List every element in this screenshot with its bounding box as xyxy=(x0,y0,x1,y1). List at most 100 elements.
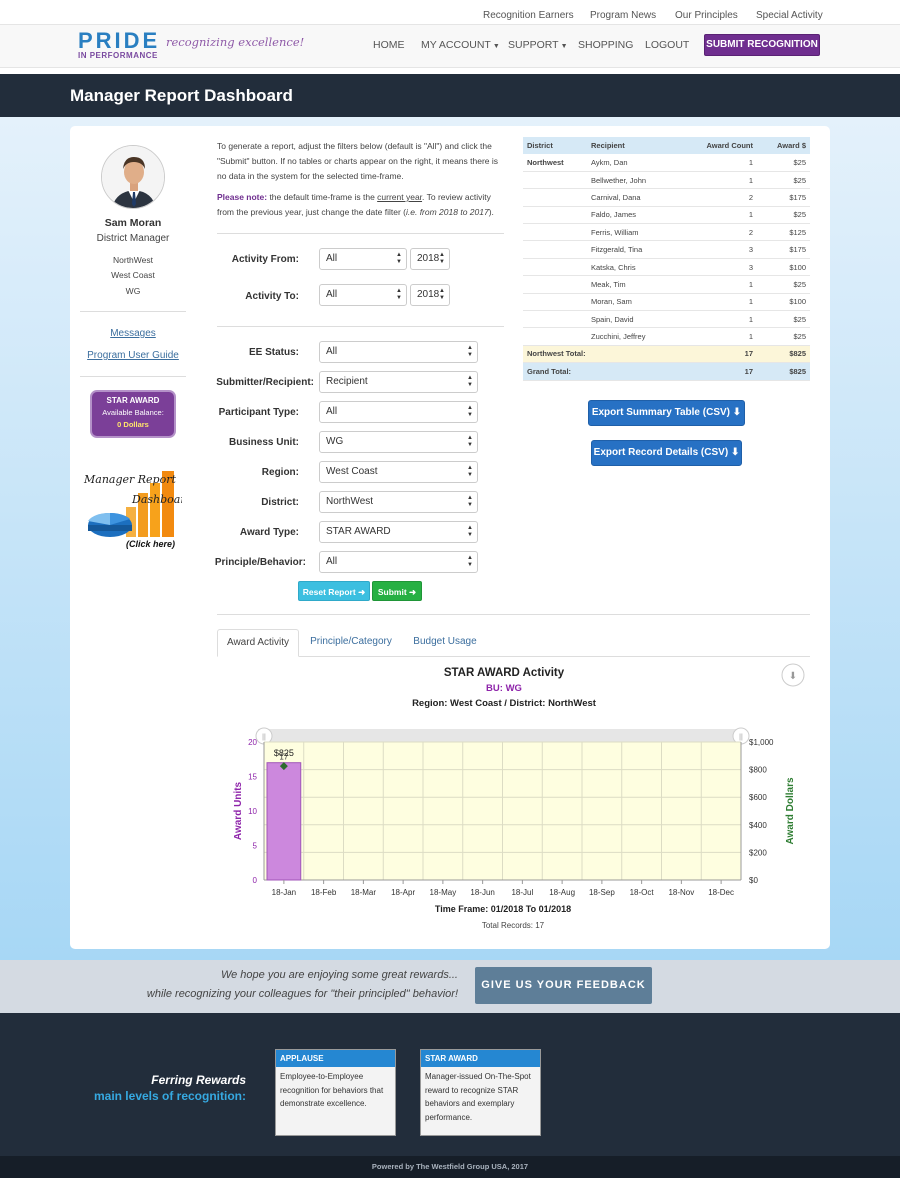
activity-to-year-select[interactable]: 2018 ▲ ▼ xyxy=(410,284,450,306)
profile-role: District Manager xyxy=(96,233,170,244)
region-value: West Coast xyxy=(326,466,378,477)
district-value: NorthWest xyxy=(326,496,374,507)
tab-budget-usage[interactable]: Budget Usage xyxy=(405,629,485,657)
manager-report-dashboard-graphic[interactable]: Manager Report Dashboard (Click here) xyxy=(82,463,193,553)
district-total-count: 17 xyxy=(687,345,757,364)
count-cell: 1 xyxy=(687,275,757,294)
chart-download-button[interactable]: ⬇ xyxy=(781,663,805,687)
give-feedback-button[interactable]: GIVE US YOUR FEEDBACK xyxy=(475,967,652,1004)
district-label: District: xyxy=(261,497,299,508)
nav-home[interactable]: HOME xyxy=(373,39,405,51)
y-tick-label-left: 0 xyxy=(253,876,258,885)
y-tick-label-left: 5 xyxy=(253,842,258,851)
submit-filters-button[interactable]: Submit ➜ xyxy=(372,581,422,601)
business-unit-value: WG xyxy=(326,436,344,447)
y-tick-label-right: $400 xyxy=(749,821,767,830)
note-text-end: ). xyxy=(488,207,494,217)
recipient-cell: Aykm, Dan xyxy=(587,154,687,172)
note-label: Please note: xyxy=(217,192,268,202)
amount-cell: $25 xyxy=(757,310,810,329)
select-arrows-icon: ▲ ▼ xyxy=(467,465,473,478)
util-link-recognition-earners[interactable]: Recognition Earners xyxy=(483,10,574,21)
recipient-cell: Fitzgerald, Tina xyxy=(587,240,687,259)
svg-text:||: || xyxy=(262,734,266,741)
principle-behavior-select[interactable]: All ▲ ▼ xyxy=(319,551,478,573)
region-select[interactable]: West Coast ▲ ▼ xyxy=(319,461,478,483)
star-award-title: STAR AWARD xyxy=(106,396,160,405)
select-arrows-icon: ▲ ▼ xyxy=(439,252,445,265)
select-arrows-icon: ▲ ▼ xyxy=(396,252,402,265)
nav-my-account-label: MY ACCOUNT xyxy=(421,39,491,51)
level-card-title: APPLAUSE xyxy=(276,1050,395,1067)
graphic-title-line2: Dashboard xyxy=(131,493,182,506)
tab-award-activity[interactable]: Award Activity xyxy=(217,629,299,657)
download-icon: ⬇ xyxy=(789,671,797,682)
util-link-our-principles[interactable]: Our Principles xyxy=(675,10,738,21)
point-data-label: $825 xyxy=(274,748,294,758)
brand-tagline: recognizing excellence! xyxy=(166,35,305,49)
ee-status-label: EE Status: xyxy=(248,347,299,358)
x-axis-ticks: 18-Jan 18-Feb 18-Mar 18-Apr 18-May 18-Jun 18-J… xyxy=(272,880,734,897)
table-row: Spain, David 1 $25 xyxy=(523,310,810,329)
activity-from-month-select[interactable]: All ▲ ▼ xyxy=(319,248,407,270)
x-tick-label: 18-Oct xyxy=(630,888,655,897)
activity-to-month-value: All xyxy=(326,289,338,300)
table-header-row: District Recipient Award Count Award $ xyxy=(523,137,810,154)
amount-cell: $175 xyxy=(757,240,810,259)
export-summary-button[interactable]: Export Summary Table (CSV) ⬇ xyxy=(588,400,745,426)
logo-pride-text: PRIDE xyxy=(78,28,161,53)
nav-logout[interactable]: LOGOUT xyxy=(645,39,689,51)
caret-down-icon: ▼ xyxy=(492,43,500,50)
main-navbar: PRIDE IN PERFORMANCE recognizing excelle… xyxy=(0,24,900,68)
graphic-click-here: (Click here) xyxy=(126,539,175,549)
y-tick-label-right: $600 xyxy=(749,793,767,802)
y-tick-label-right: $1,000 xyxy=(749,738,774,747)
nav-shopping[interactable]: SHOPPING xyxy=(578,39,633,51)
copyright-bar: Powered by The Westfield Group USA, 2017 xyxy=(0,1156,900,1178)
submitter-recipient-value: Recipient xyxy=(326,376,368,387)
business-unit-select[interactable]: WG ▲ ▼ xyxy=(319,431,478,453)
submitter-recipient-label: Submitter/Recipient: xyxy=(216,377,314,388)
ee-status-select[interactable]: All ▲ ▼ xyxy=(319,341,478,363)
tab-principle-category[interactable]: Principle/Category xyxy=(301,629,401,657)
submitter-recipient-select[interactable]: Recipient ▲ ▼ xyxy=(319,371,478,393)
total-records-text: Total Records: 17 xyxy=(482,921,545,930)
award-type-select[interactable]: STAR AWARD ▲ ▼ xyxy=(319,521,478,543)
y-axis-right-ticks: $0 $200 $400 $600 $800 $1,000 xyxy=(749,738,774,885)
brand-logo[interactable]: PRIDE IN PERFORMANCE xyxy=(78,28,161,61)
nav-support[interactable]: SUPPORT ▼ xyxy=(508,39,568,51)
award-type-value: STAR AWARD xyxy=(326,526,391,537)
nav-my-account[interactable]: MY ACCOUNT ▼ xyxy=(421,39,500,51)
grand-total-label: Grand Total: xyxy=(523,362,687,381)
col-award-count: Award Count xyxy=(687,137,757,154)
district-select[interactable]: NorthWest ▲ ▼ xyxy=(319,491,478,513)
y-tick-label-right: $0 xyxy=(749,876,758,885)
table-row: Meak, Tim 1 $25 xyxy=(523,275,810,294)
amount-cell: $25 xyxy=(757,171,810,190)
zoom-scrollbar[interactable] xyxy=(258,729,741,742)
program-user-guide-link[interactable]: Program User Guide xyxy=(70,350,196,361)
y-tick-label-right: $800 xyxy=(749,766,767,775)
profile-bu: WG xyxy=(125,286,141,296)
activity-to-month-select[interactable]: All ▲ ▼ xyxy=(319,284,407,306)
table-row: Ferris, William 2 $125 xyxy=(523,223,810,242)
table-row: Bellwether, John 1 $25 xyxy=(523,171,810,190)
table-row: Fitzgerald, Tina 3 $175 xyxy=(523,240,810,259)
chart-subtitle-region: Region: West Coast / District: NorthWest xyxy=(412,698,597,709)
note-current-year: current year xyxy=(377,192,423,202)
intro-note: Please note: the default time-frame is t… xyxy=(217,190,507,220)
count-cell: 3 xyxy=(687,240,757,259)
activity-from-year-select[interactable]: 2018 ▲ ▼ xyxy=(410,248,450,270)
util-link-special-activity[interactable]: Special Activity xyxy=(756,10,823,21)
count-cell: 1 xyxy=(687,310,757,329)
messages-link[interactable]: Messages xyxy=(70,328,196,339)
select-arrows-icon: ▲ ▼ xyxy=(467,345,473,358)
util-link-program-news[interactable]: Program News xyxy=(590,10,656,21)
submit-recognition-button[interactable]: SUBMIT RECOGNITION xyxy=(704,34,820,56)
recipient-cell: Moran, Sam xyxy=(587,293,687,312)
reset-report-button[interactable]: Reset Report ➜ xyxy=(298,581,370,601)
count-cell: 2 xyxy=(687,188,757,207)
nav-support-label: SUPPORT xyxy=(508,39,559,51)
participant-type-select[interactable]: All ▲ ▼ xyxy=(319,401,478,423)
export-details-button[interactable]: Export Record Details (CSV) ⬇ xyxy=(591,440,742,466)
